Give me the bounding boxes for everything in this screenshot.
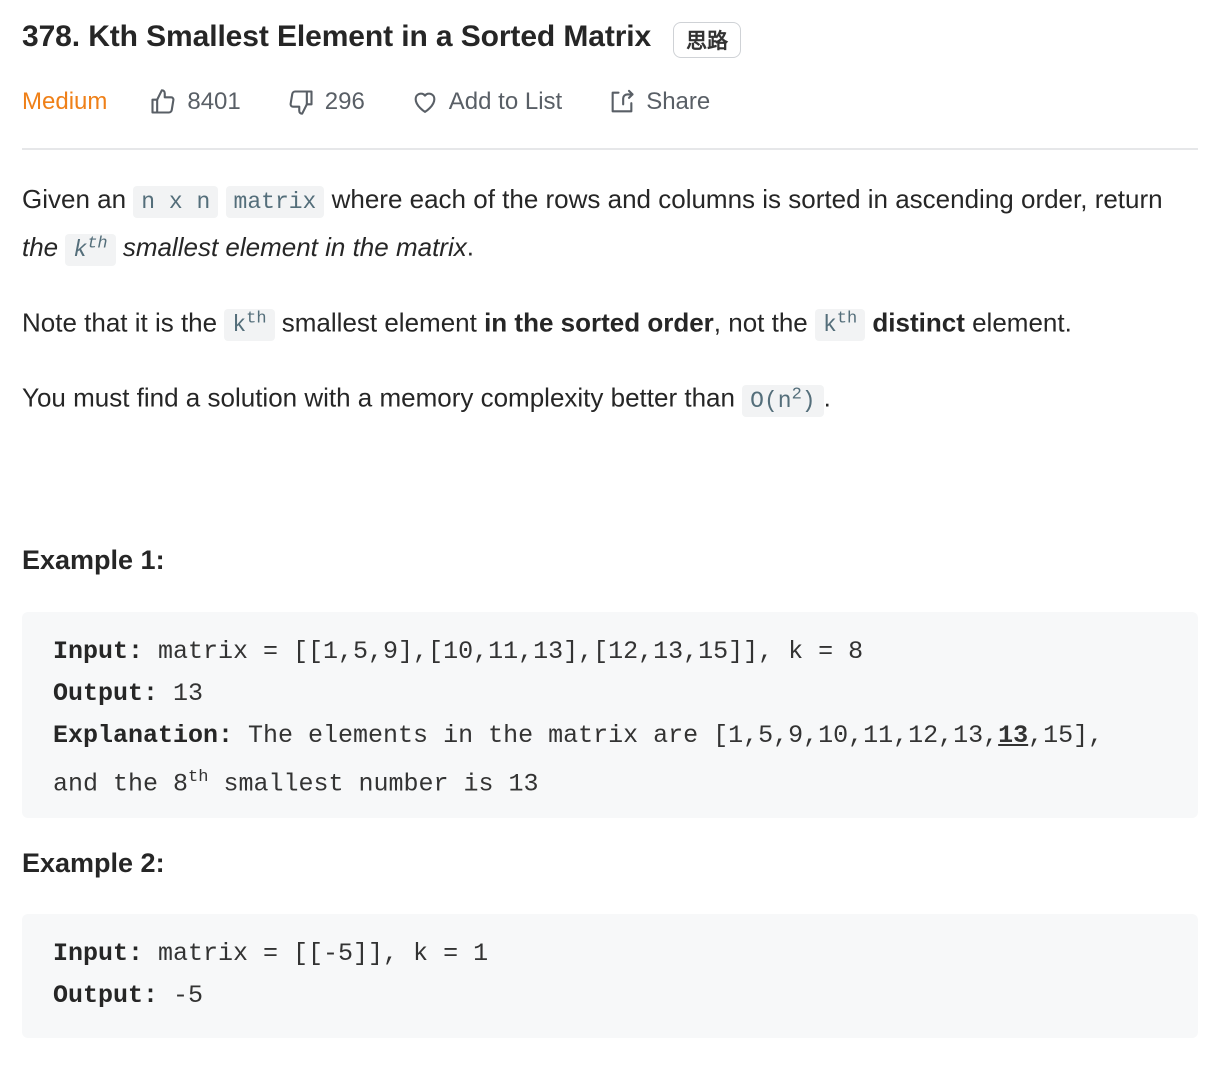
example-1-output: Output: 13 [53, 673, 1198, 715]
text: Given an [22, 184, 134, 214]
explanation-text: The elements in the matrix are [1,5,9,10… [233, 721, 999, 750]
text: , not the [713, 307, 815, 338]
like-count: 8401 [187, 88, 241, 115]
th-superscript: th [836, 309, 858, 329]
header-divider [22, 148, 1198, 150]
example-2-box: Input: matrix = [[-5]], k = 1 Output: -5 [22, 914, 1198, 1038]
like-button[interactable]: 8401 [149, 88, 241, 116]
inline-code-complexity: O(n2) [742, 384, 824, 417]
th-superscript: th [87, 234, 108, 253]
text: where each of the rows and columns is so… [324, 184, 1163, 214]
description-paragraph-1: Given an n x n matrix where each of the … [22, 178, 1198, 271]
th-superscript: th [188, 768, 209, 787]
heart-icon [414, 92, 436, 113]
thumbs-down-icon [289, 90, 313, 115]
example-1-title: Example 1: [22, 545, 165, 575]
k-symbol: k [822, 312, 837, 339]
add-to-list-button[interactable]: Add to List [411, 88, 562, 116]
description-paragraph-2: Note that it is the kth smallest element… [22, 299, 1198, 347]
k-symbol: k [232, 312, 247, 339]
thumbs-up-icon [151, 89, 175, 114]
example-1-input: Input: matrix = [[1,5,9],[10,11,13],[12,… [53, 631, 1198, 673]
example-1-explanation: Explanation: The elements in the matrix … [53, 715, 1198, 757]
inline-code-n-x-n: n x n [133, 186, 219, 218]
difficulty-label: Medium [22, 88, 108, 115]
inline-code-kth: kth [224, 309, 275, 342]
example-2-title: Example 2: [22, 848, 165, 878]
output-value: -5 [158, 981, 204, 1010]
problem-page: 378. Kth Smallest Element in a Sorted Ma… [0, 0, 1222, 1088]
text: You must find a solution with a memory c… [22, 382, 743, 413]
text: Note that it is the [22, 307, 225, 338]
bold-text: in the sorted order [484, 307, 714, 338]
highlighted-value: 13 [998, 721, 1029, 750]
hint-button[interactable]: 思路 [673, 22, 742, 58]
input-label: Input: [53, 637, 144, 666]
output-label: Output: [53, 981, 159, 1010]
explanation-text: smallest number is 13 [208, 769, 539, 799]
meta-row: Medium 8401 296 Add to List Share [22, 84, 756, 120]
output-label: Output: [53, 679, 159, 708]
explanation-text: and the 8 [53, 769, 189, 799]
share-label: Share [646, 88, 711, 115]
output-value: 13 [158, 679, 204, 708]
text: O(n [750, 387, 792, 414]
text: smallest element in the matrix [115, 231, 467, 262]
description-paragraph-3: You must find a solution with a memory c… [22, 374, 1198, 422]
text: ) [801, 387, 816, 414]
problem-description: Given an n x n matrix where each of the … [22, 178, 1198, 450]
explanation-label: Explanation: [53, 721, 234, 750]
inline-code-matrix: matrix [225, 186, 325, 218]
th-superscript: th [246, 309, 267, 329]
share-button[interactable]: Share [608, 88, 710, 116]
title-row: 378. Kth Smallest Element in a Sorted Ma… [22, 16, 742, 58]
example-2-input: Input: matrix = [[-5]], k = 1 [53, 933, 1198, 975]
input-value: matrix = [[-5]], k = 1 [143, 939, 489, 968]
exponent: 2 [791, 385, 802, 405]
inline-code-kth: kth [65, 233, 116, 266]
problem-title: 378. Kth Smallest Element in a Sorted Ma… [22, 20, 652, 53]
example-1-explanation-line-2: and the 8th smallest number is 13 [53, 757, 1198, 805]
input-label: Input: [53, 939, 144, 968]
explanation-text: ,15], [1028, 721, 1104, 750]
add-to-list-label: Add to List [448, 88, 563, 115]
example-2-output: Output: -5 [53, 975, 1198, 1017]
inline-code-kth: kth [814, 309, 866, 342]
text: . [466, 231, 474, 262]
dislike-button[interactable]: 296 [287, 88, 365, 116]
bold-text: distinct [872, 307, 965, 338]
text: element. [964, 307, 1072, 338]
share-icon [611, 89, 634, 113]
text: the [22, 231, 66, 262]
example-1-box: Input: matrix = [[1,5,9],[10,11,13],[12,… [22, 612, 1198, 818]
input-value: matrix = [[1,5,9],[10,11,13],[12,13,15]]… [143, 637, 864, 666]
text: . [823, 382, 831, 413]
text: smallest element [274, 307, 485, 338]
emphasis-text: the kth smallest element in the matrix [22, 231, 467, 266]
dislike-count: 296 [324, 88, 365, 115]
k-symbol: k [73, 236, 88, 263]
